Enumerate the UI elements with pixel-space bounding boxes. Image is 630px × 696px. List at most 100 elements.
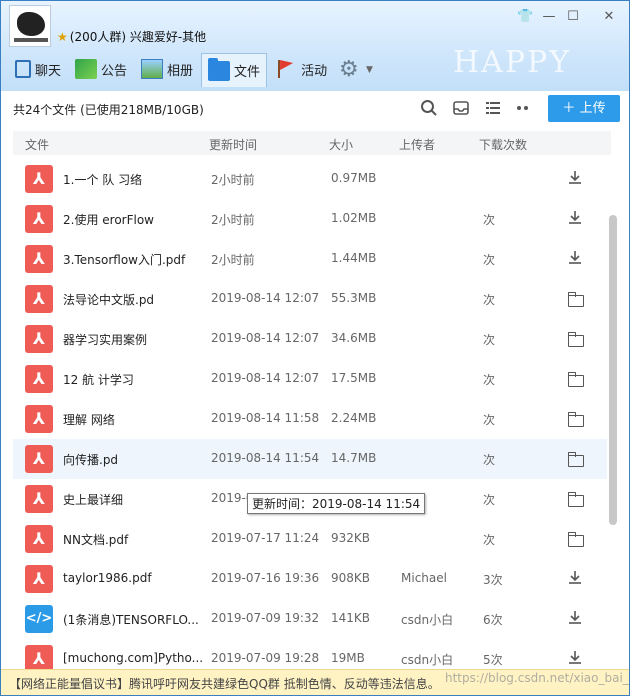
group-tabs: 聊天 公告 相册 文件 活动 — [9, 53, 335, 87]
tab-label: 相册 — [167, 63, 194, 79]
col-size[interactable]: 大小 — [329, 136, 353, 153]
upload-button[interactable]: ＋ 上传 — [548, 95, 620, 122]
file-name[interactable]: [muchong.com]Pytho... — [63, 651, 203, 665]
col-time[interactable]: 更新时间 — [209, 136, 257, 153]
file-row[interactable]: ⅄ 向传播.pd 2019-08-14 11:54 14.7MB 次 — [13, 439, 607, 479]
pdf-file-icon: ⅄ — [25, 205, 53, 233]
open-folder-icon[interactable] — [565, 449, 585, 469]
file-row[interactable]: ⅄ taylor1986.pdf 2019-07-16 19:36 908KB Mich… — [13, 559, 607, 599]
album-icon — [141, 59, 164, 79]
tab-files[interactable]: 文件 — [201, 53, 268, 87]
open-folder-icon[interactable] — [565, 409, 585, 429]
pdf-file-icon: ⅄ — [25, 245, 53, 273]
tab-chat[interactable]: 聊天 — [9, 53, 67, 85]
col-file[interactable]: 文件 — [25, 136, 49, 153]
download-icon[interactable] — [565, 209, 585, 229]
file-name[interactable]: 史上最详细 — [63, 491, 203, 508]
file-size: 0.97MB — [331, 171, 377, 185]
inbox-icon[interactable] — [451, 99, 471, 119]
col-downloads[interactable]: 下载次数 — [479, 136, 527, 153]
download-icon[interactable] — [565, 169, 585, 189]
file-time: 2019-07-09 19:32 — [211, 611, 320, 625]
file-downloads: 次 — [483, 373, 496, 387]
file-time: 2019-08-14 12:07 — [211, 291, 320, 305]
vertical-scrollbar[interactable] — [609, 215, 617, 525]
storage-usage: 共24个文件 (已使用218MB/10GB) — [13, 103, 204, 117]
file-name[interactable]: 3.Tensorflow入门.pdf — [63, 251, 203, 268]
file-downloads: 次 — [483, 533, 496, 547]
tab-notice[interactable]: 公告 — [69, 53, 133, 85]
close-icon[interactable]: ✕ — [601, 9, 617, 25]
download-icon[interactable] — [565, 569, 585, 589]
file-time: 2小时前 — [211, 213, 255, 227]
list-view-icon[interactable] — [483, 99, 503, 119]
open-folder-icon[interactable] — [565, 489, 585, 509]
col-uploader[interactable]: 上传者 — [399, 136, 435, 153]
settings-gear-icon[interactable]: ⚙ — [339, 57, 359, 82]
file-time: 2019-08-14 12:07 — [211, 371, 320, 385]
tab-label: 公告 — [101, 63, 128, 79]
tab-activity[interactable]: 活动 — [269, 53, 333, 85]
file-size: 17.5MB — [331, 371, 377, 385]
file-time: 2019-07-17 11:24 — [211, 531, 320, 545]
file-row[interactable]: ⅄ 理解 网络 2019-08-14 11:58 2.24MB 次 — [13, 399, 607, 439]
file-downloads: 次 — [483, 493, 496, 507]
file-name[interactable]: taylor1986.pdf — [63, 571, 203, 585]
pdf-file-icon: ⅄ — [25, 445, 53, 473]
time-tooltip: 更新时间：2019-08-14 11:54 — [247, 493, 426, 514]
open-folder-icon[interactable] — [565, 329, 585, 349]
tab-album[interactable]: 相册 — [135, 53, 199, 85]
chat-icon — [15, 60, 31, 78]
file-name[interactable]: NN文档.pdf — [63, 531, 203, 548]
maximize-icon[interactable]: ☐ — [565, 9, 581, 25]
group-name: (200人群) 兴趣爱好-其他 — [69, 30, 207, 44]
file-downloads: 次 — [483, 333, 496, 347]
file-row[interactable]: ⅄ NN文档.pdf 2019-07-17 11:24 932KB 次 — [13, 519, 607, 559]
group-avatar[interactable] — [9, 5, 51, 47]
header-decoration: HAPPY — [453, 45, 572, 80]
file-name[interactable]: (1条消息)TENSORFLO... — [63, 611, 203, 628]
file-row[interactable]: ⅄ 器学习实用案例 2019-08-14 12:07 34.6MB 次 — [13, 319, 607, 359]
tab-label: 文件 — [234, 65, 261, 80]
file-downloads: 6次 — [483, 613, 503, 627]
files-toolbar: 共24个文件 (已使用218MB/10GB) ＋ 上传 — [1, 91, 629, 127]
download-icon[interactable] — [565, 249, 585, 269]
window-header: ★ (200人群) 兴趣爱好-其他 👕 — ☐ ✕ HAPPY 聊天 公告 相册 … — [1, 1, 629, 91]
file-row[interactable]: ⅄ 2.使用 erorFlow 2小时前 1.02MB 次 — [13, 199, 607, 239]
file-row[interactable]: ⅄ 1.一个 队 习络 2小时前 0.97MB — [13, 159, 607, 199]
pdf-file-icon: ⅄ — [25, 165, 53, 193]
file-name[interactable]: 1.一个 队 习络 — [63, 171, 203, 188]
file-time: 2小时前 — [211, 253, 255, 267]
open-folder-icon[interactable] — [565, 529, 585, 549]
code-file-icon: </> — [25, 605, 53, 633]
file-table-header: 文件 更新时间 大小 上传者 下载次数 — [13, 131, 611, 155]
file-name[interactable]: 法导论中文版.pd — [63, 291, 203, 308]
file-name[interactable]: 2.使用 erorFlow — [63, 211, 203, 228]
chevron-down-icon[interactable]: ▼ — [366, 65, 373, 75]
tab-label: 活动 — [301, 63, 328, 79]
search-icon[interactable] — [419, 99, 439, 119]
pdf-file-icon: ⅄ — [25, 285, 53, 313]
open-folder-icon[interactable] — [565, 289, 585, 309]
file-size: 141KB — [331, 611, 371, 625]
file-row[interactable]: ⅄ 12 航 计学习 2019-08-14 12:07 17.5MB 次 — [13, 359, 607, 399]
pdf-file-icon: ⅄ — [25, 485, 53, 513]
file-name[interactable]: 器学习实用案例 — [63, 331, 203, 348]
file-name[interactable]: 向传播.pd — [63, 451, 203, 468]
open-folder-icon[interactable] — [565, 369, 585, 389]
minimize-icon[interactable]: — — [541, 9, 557, 25]
download-icon[interactable] — [565, 609, 585, 629]
file-uploader: csdn小白 — [401, 653, 454, 667]
file-row[interactable]: ⅄ 法导论中文版.pd 2019-08-14 12:07 55.3MB 次 — [13, 279, 607, 319]
file-downloads: 3次 — [483, 573, 503, 587]
file-row[interactable]: </> (1条消息)TENSORFLO... 2019-07-09 19:32 141… — [13, 599, 607, 639]
file-downloads: 5次 — [483, 653, 503, 667]
more-icon[interactable] — [513, 99, 533, 119]
watermark: https://blog.csdn.net/xiao_bai_8_0 — [445, 671, 630, 685]
file-time: 2019-08-14 11:54 — [211, 451, 320, 465]
file-name[interactable]: 理解 网络 — [63, 411, 203, 428]
file-name[interactable]: 12 航 计学习 — [63, 371, 203, 388]
file-row[interactable]: ⅄ 3.Tensorflow入门.pdf 2小时前 1.44MB 次 — [13, 239, 607, 279]
download-icon[interactable] — [565, 649, 585, 669]
skin-icon[interactable]: 👕 — [517, 9, 533, 25]
